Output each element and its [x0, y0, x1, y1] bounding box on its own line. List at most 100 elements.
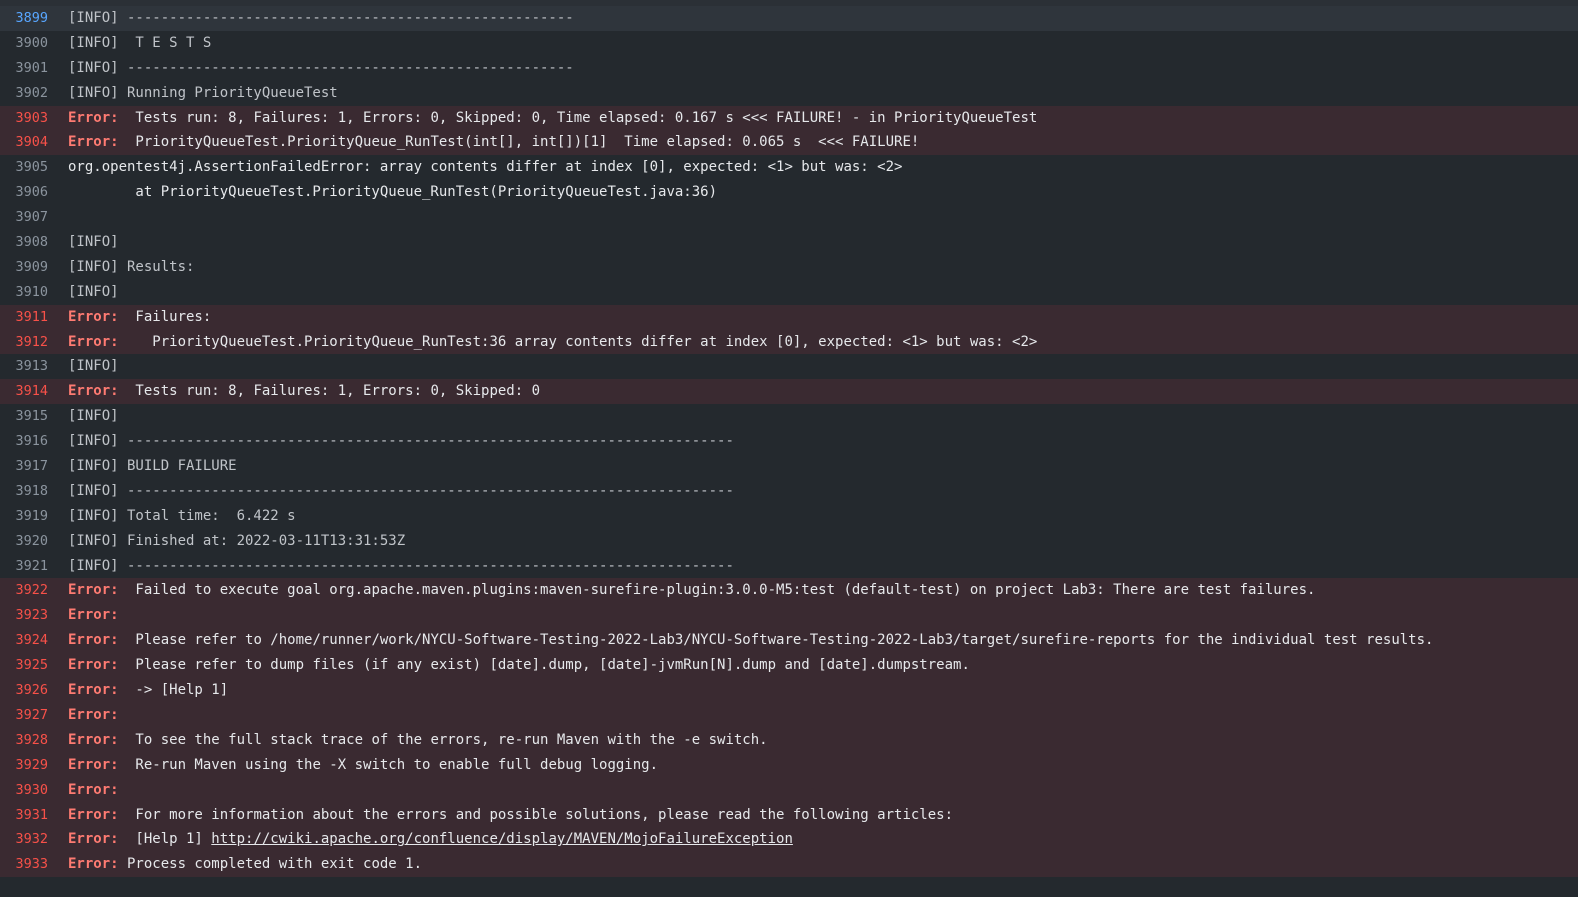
log-line-content: [INFO] ---------------------------------… — [48, 6, 574, 31]
log-line-error[interactable]: 3930 Error: — [0, 777, 1578, 803]
line-number-link[interactable]: 3905 — [0, 155, 48, 180]
log-line[interactable]: 3907 — [0, 205, 1578, 230]
log-line-content: [INFO] — [48, 404, 119, 429]
log-line[interactable]: 3919 [INFO] Total time: 6.422 s — [0, 504, 1578, 529]
log-line[interactable]: 3902 [INFO] Running PriorityQueueTest — [0, 81, 1578, 106]
log-line-error[interactable]: 3923 Error: — [0, 603, 1578, 629]
line-number-link[interactable]: 3922 — [0, 578, 48, 603]
log-lines: 3899 [INFO] -----------------------------… — [0, 6, 1578, 878]
log-line-error[interactable]: 3932 Error: [Help 1] http://cwiki.apache.… — [0, 827, 1578, 853]
line-number-link[interactable]: 3902 — [0, 81, 48, 106]
log-line-error[interactable]: 3925 Error: Please refer to dump files (i… — [0, 653, 1578, 679]
log-line-content: Error: — [48, 778, 119, 803]
log-line-content: [INFO] T E S T S — [48, 31, 211, 56]
log-line-error[interactable]: 3928 Error: To see the full stack trace o… — [0, 727, 1578, 753]
log-line-error[interactable]: 3933 Error: Process completed with exit c… — [0, 852, 1578, 878]
error-tag: Error: — [68, 856, 119, 873]
log-line[interactable]: 3915 [INFO] — [0, 404, 1578, 429]
log-line[interactable]: 3909 [INFO] Results: — [0, 255, 1578, 280]
log-line[interactable]: 3908 [INFO] — [0, 230, 1578, 255]
log-line-content: Error: Please refer to /home/runner/work… — [48, 628, 1433, 653]
log-line[interactable]: 3921 [INFO] -----------------------------… — [0, 554, 1578, 579]
log-viewer: 3899 [INFO] -----------------------------… — [0, 0, 1578, 897]
log-message: [Help 1] — [118, 831, 212, 848]
log-line[interactable]: 3899 [INFO] -----------------------------… — [0, 6, 1578, 31]
line-number-link[interactable]: 3931 — [0, 803, 48, 828]
log-line-content: Error: For more information about the er… — [48, 803, 953, 828]
log-line-error[interactable]: 3926 Error: -> [Help 1] — [0, 678, 1578, 703]
line-number-link[interactable]: 3929 — [0, 753, 48, 778]
log-line-error[interactable]: 3903 Error: Tests run: 8, Failures: 1, Er… — [0, 105, 1578, 131]
line-number-link[interactable]: 3910 — [0, 280, 48, 305]
log-line-content: [INFO] Running PriorityQueueTest — [48, 81, 338, 106]
line-number-link[interactable]: 3907 — [0, 205, 48, 230]
log-line-error[interactable]: 3924 Error: Please refer to /home/runner/… — [0, 628, 1578, 654]
log-message: [INFO] Results: — [68, 258, 195, 275]
line-number-link[interactable]: 3909 — [0, 255, 48, 280]
log-line[interactable]: 3906 at PriorityQueueTest.PriorityQueue_… — [0, 180, 1578, 205]
log-message: [INFO] — [68, 408, 119, 425]
log-line[interactable]: 3905 org.opentest4j.AssertionFailedError:… — [0, 155, 1578, 180]
line-number-link[interactable]: 3920 — [0, 529, 48, 554]
log-line-content: Error: Process completed with exit code … — [48, 852, 422, 877]
error-tag: Error: — [68, 806, 119, 823]
log-message: Please refer to dump files (if any exist… — [118, 657, 970, 674]
log-message: [INFO] Total time: 6.422 s — [68, 507, 296, 524]
line-number-link[interactable]: 3932 — [0, 827, 48, 852]
line-number-link[interactable]: 3923 — [0, 603, 48, 628]
line-number-link[interactable]: 3915 — [0, 404, 48, 429]
log-message: org.opentest4j.AssertionFailedError: arr… — [68, 159, 903, 176]
line-number-link[interactable]: 3900 — [0, 31, 48, 56]
log-line[interactable]: 3917 [INFO] BUILD FAILURE — [0, 454, 1578, 479]
log-message: [INFO] Finished at: 2022-03-11T13:31:53Z — [68, 532, 406, 549]
line-number-link[interactable]: 3926 — [0, 678, 48, 703]
log-line-content: [INFO] ---------------------------------… — [48, 554, 734, 579]
log-line[interactable]: 3918 [INFO] -----------------------------… — [0, 479, 1578, 504]
log-line[interactable]: 3920 [INFO] Finished at: 2022-03-11T13:31… — [0, 529, 1578, 554]
line-number-link[interactable]: 3903 — [0, 106, 48, 131]
log-line-error[interactable]: 3929 Error: Re-run Maven using the -X swi… — [0, 752, 1578, 778]
line-number-link[interactable]: 3912 — [0, 330, 48, 355]
log-line[interactable]: 3910 [INFO] — [0, 280, 1578, 305]
log-message: at PriorityQueueTest.PriorityQueue_RunTe… — [68, 184, 718, 201]
line-number-link[interactable]: 3906 — [0, 180, 48, 205]
log-message: PriorityQueueTest.PriorityQueue_RunTest:… — [118, 333, 1038, 350]
line-number-link[interactable]: 3914 — [0, 379, 48, 404]
line-number-link[interactable]: 3901 — [0, 56, 48, 81]
log-line[interactable]: 3913 [INFO] — [0, 354, 1578, 379]
log-line-error[interactable]: 3904 Error: PriorityQueueTest.PriorityQue… — [0, 130, 1578, 156]
line-number-link[interactable]: 3916 — [0, 429, 48, 454]
log-line-content: Error: Tests run: 8, Failures: 1, Errors… — [48, 106, 1037, 131]
line-number-link[interactable]: 3917 — [0, 454, 48, 479]
log-line[interactable]: 3900 [INFO] T E S T S — [0, 31, 1578, 56]
line-number-link[interactable]: 3919 — [0, 504, 48, 529]
line-number-link[interactable]: 3925 — [0, 653, 48, 678]
line-number-link[interactable]: 3927 — [0, 703, 48, 728]
line-number-link[interactable]: 3904 — [0, 130, 48, 155]
help-link[interactable]: http://cwiki.apache.org/confluence/displ… — [211, 831, 793, 847]
log-message: Failures: — [118, 308, 212, 325]
log-line-error[interactable]: 3914 Error: Tests run: 8, Failures: 1, Er… — [0, 379, 1578, 405]
line-number-link[interactable]: 3918 — [0, 479, 48, 504]
error-tag: Error: — [68, 781, 119, 798]
line-number-link[interactable]: 3913 — [0, 354, 48, 379]
line-number-link[interactable]: 3908 — [0, 230, 48, 255]
line-number-link[interactable]: 3933 — [0, 852, 48, 877]
line-number-link[interactable]: 3911 — [0, 305, 48, 330]
line-number-link[interactable]: 3924 — [0, 628, 48, 653]
line-number-link[interactable]: 3899 — [0, 6, 48, 31]
log-line-error[interactable]: 3931 Error: For more information about th… — [0, 802, 1578, 828]
log-line-content: [INFO] — [48, 354, 119, 379]
line-number-link[interactable]: 3930 — [0, 778, 48, 803]
log-line[interactable]: 3916 [INFO] -----------------------------… — [0, 429, 1578, 454]
log-line-content: Error: Re-run Maven using the -X switch … — [48, 753, 658, 778]
line-number-link[interactable]: 3928 — [0, 728, 48, 753]
log-line-error[interactable]: 3911 Error: Failures: — [0, 304, 1578, 330]
line-number-link[interactable]: 3921 — [0, 554, 48, 579]
log-line-error[interactable]: 3912 Error: PriorityQueueTest.PriorityQue… — [0, 329, 1578, 355]
error-tag: Error: — [68, 333, 119, 350]
log-line[interactable]: 3901 [INFO] -----------------------------… — [0, 56, 1578, 81]
log-line-error[interactable]: 3922 Error: Failed to execute goal org.ap… — [0, 578, 1578, 604]
log-line-error[interactable]: 3927 Error: — [0, 702, 1578, 728]
log-message: [INFO] ---------------------------------… — [68, 10, 574, 26]
